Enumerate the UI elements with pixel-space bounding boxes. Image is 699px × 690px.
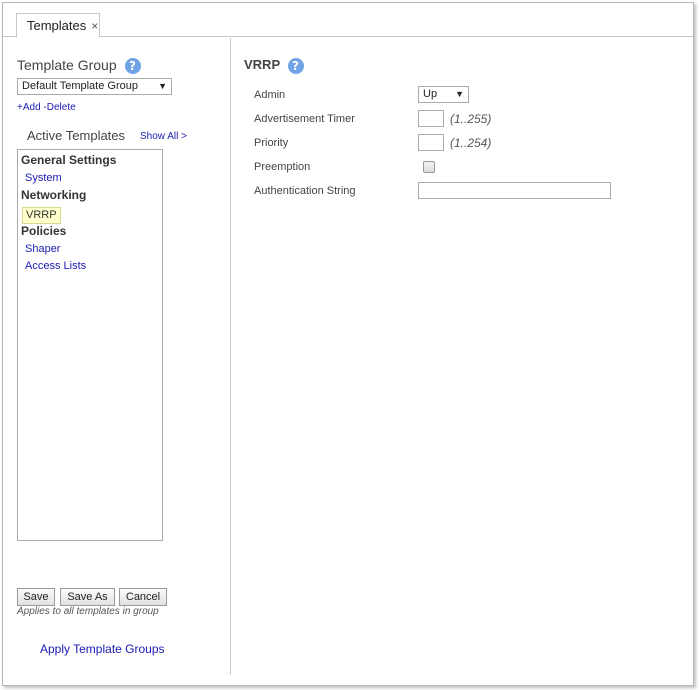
left-panel: Template Group ? Default Template Group … xyxy=(3,38,231,675)
list-group-general-settings: General Settings xyxy=(21,153,117,167)
advertisement-timer-label: Advertisement Timer xyxy=(254,113,355,125)
help-icon[interactable]: ? xyxy=(124,58,141,75)
tab-templates[interactable]: Templates × xyxy=(16,13,100,38)
authentication-string-input[interactable] xyxy=(418,182,611,199)
cancel-button[interactable]: Cancel xyxy=(119,588,167,606)
preemption-label: Preemption xyxy=(254,161,311,173)
template-group-title: Template Group xyxy=(17,57,117,73)
vrrp-panel: VRRP ? Admin Up ▼ Advertisement Timer (1… xyxy=(232,38,693,675)
applies-note: Applies to all templates in group xyxy=(17,606,159,617)
active-templates-title: Active Templates xyxy=(27,128,126,143)
template-group-heading: Template Group ? xyxy=(17,57,141,75)
vrrp-title: VRRP xyxy=(244,57,280,72)
close-icon[interactable]: × xyxy=(91,19,98,33)
advertisement-timer-input[interactable] xyxy=(418,110,444,127)
authentication-string-label: Authentication String xyxy=(254,185,356,197)
dropdown-arrow-icon: ▼ xyxy=(455,89,464,99)
template-group-select[interactable]: Default Template Group ▼ xyxy=(17,78,172,95)
save-as-button[interactable]: Save As xyxy=(60,588,115,606)
templates-window: Templates × Template Group ? Default Tem… xyxy=(2,2,694,686)
list-item-system[interactable]: System xyxy=(21,170,162,187)
save-button[interactable]: Save xyxy=(17,588,55,606)
priority-range: (1..254) xyxy=(450,136,492,150)
show-all-link[interactable]: Show All > xyxy=(140,131,187,142)
priority-label: Priority xyxy=(254,137,289,149)
template-group-select-value: Default Template Group xyxy=(22,80,138,92)
list-group-policies: Policies xyxy=(21,224,67,238)
list-item-shaper[interactable]: Shaper xyxy=(21,241,162,258)
group-actions: +Add -Delete xyxy=(17,102,76,113)
priority-input[interactable] xyxy=(418,134,444,151)
add-group-link[interactable]: +Add xyxy=(17,102,41,113)
advertisement-timer-range: (1..255) xyxy=(450,112,492,126)
admin-select-value: Up xyxy=(423,88,438,100)
dropdown-arrow-icon: ▼ xyxy=(158,81,167,91)
templates-list: General Settings System Networking VRRP … xyxy=(17,149,163,541)
help-icon[interactable]: ? xyxy=(287,57,304,74)
admin-label: Admin xyxy=(254,89,286,101)
admin-select[interactable]: Up ▼ xyxy=(418,86,469,103)
list-item-vrrp[interactable]: VRRP xyxy=(22,207,61,224)
vrrp-heading: VRRP ? xyxy=(244,57,304,74)
apply-template-groups-link[interactable]: Apply Template Groups xyxy=(40,642,165,656)
list-item-access-lists[interactable]: Access Lists xyxy=(21,258,162,275)
delete-group-link[interactable]: -Delete xyxy=(43,102,75,113)
list-group-networking: Networking xyxy=(21,188,87,202)
tab-templates-label: Templates xyxy=(27,18,87,33)
preemption-checkbox[interactable] xyxy=(423,161,435,173)
tab-bar: Templates × xyxy=(3,3,693,38)
